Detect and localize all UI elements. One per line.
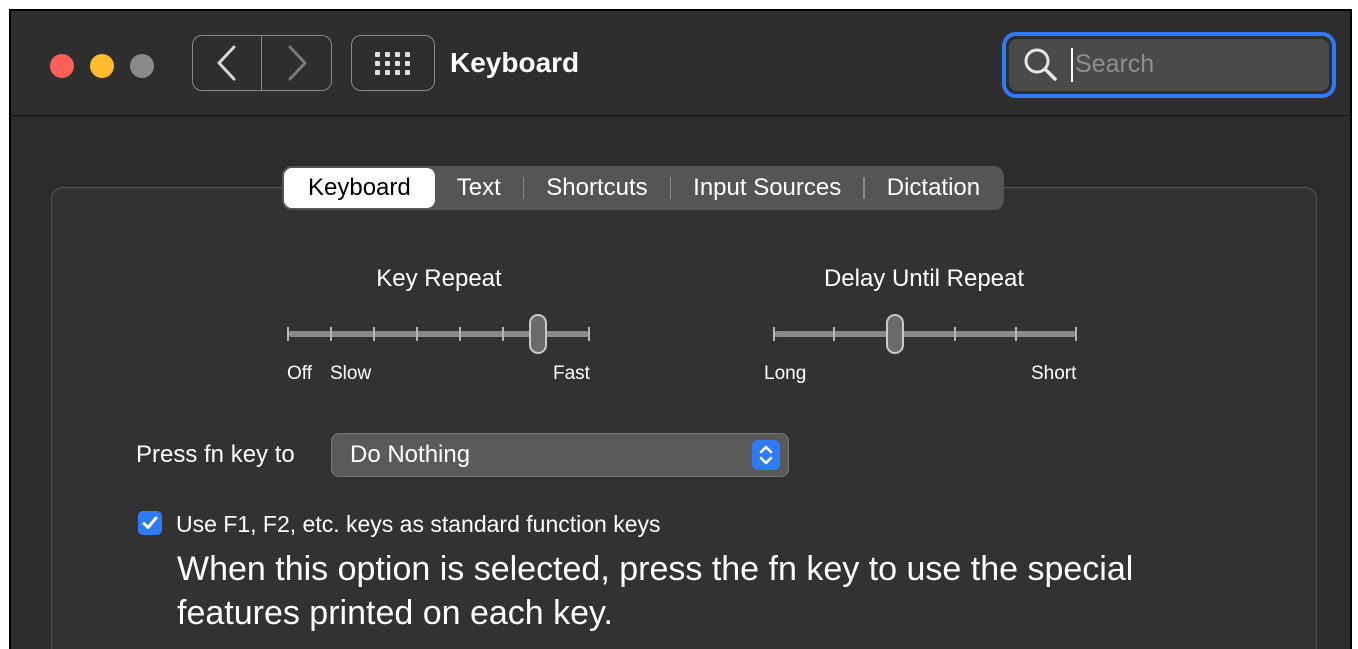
zoom-window-button[interactable] (130, 54, 154, 78)
key-repeat-tick (373, 327, 375, 341)
chevron-right-icon (288, 45, 306, 81)
key-repeat-label: Key Repeat (376, 265, 502, 292)
up-down-chevron-icon (752, 440, 780, 470)
delay-until-repeat-track (774, 331, 1076, 337)
delay-short-label: Short (1031, 363, 1077, 384)
search-field-inner (1009, 39, 1329, 91)
show-all-button[interactable] (351, 35, 435, 91)
key-repeat-thumb[interactable] (528, 314, 547, 354)
close-window-button[interactable] (50, 54, 74, 78)
fn-key-popup[interactable]: Do Nothing (331, 433, 789, 477)
forward-button[interactable] (262, 35, 332, 91)
delay-until-repeat-tick (1014, 327, 1017, 341)
key-repeat-tick (330, 327, 332, 341)
key-repeat-off-label: Off (287, 363, 312, 384)
key-repeat-tick (588, 327, 590, 341)
minimize-window-button[interactable] (90, 54, 114, 78)
key-repeat-tick (287, 327, 289, 341)
title-bar: Keyboard (11, 11, 1350, 116)
tab-bar: Keyboard Text Shortcuts Input Sources Di… (282, 166, 1005, 210)
key-repeat-slow-label: Slow (330, 363, 372, 384)
function-keys-checkbox[interactable] (138, 511, 162, 535)
search-icon (1024, 48, 1057, 81)
tab-text[interactable]: Text (435, 168, 523, 208)
fn-key-popup-value: Do Nothing (350, 441, 471, 468)
delay-until-repeat-tick (1075, 327, 1077, 341)
delay-until-repeat-label: Delay Until Repeat (823, 265, 1025, 292)
grid-icon (375, 52, 410, 75)
key-repeat-tick (416, 327, 418, 341)
tab-shortcuts[interactable]: Shortcuts (524, 168, 669, 208)
window-title: Keyboard (450, 47, 580, 78)
search-field[interactable] (1002, 32, 1336, 98)
checkmark-icon (142, 516, 158, 529)
function-keys-help-text: When this option is selected, press the … (177, 550, 1134, 632)
chevron-left-icon (217, 45, 236, 81)
delay-long-label: Long (764, 363, 807, 384)
delay-until-repeat-tick (833, 327, 836, 341)
key-repeat-tick (502, 327, 504, 341)
tab-dictation[interactable]: Dictation (865, 168, 1002, 208)
tab-keyboard[interactable]: Keyboard (284, 168, 435, 208)
key-repeat-fast-label: Fast (553, 363, 590, 384)
back-button[interactable] (192, 35, 262, 91)
delay-until-repeat-thumb[interactable] (885, 314, 904, 354)
text-caret (1071, 48, 1073, 82)
delay-until-repeat-tick (954, 327, 957, 341)
key-repeat-tick (459, 327, 461, 341)
tab-input-sources[interactable]: Input Sources (671, 168, 863, 208)
fn-key-label: Press fn key to (136, 441, 295, 468)
system-preferences-window: Keyboard Keyboard Text Shortcuts Input S… (9, 9, 1352, 649)
search-input[interactable] (1075, 39, 1315, 89)
function-keys-label[interactable]: Use F1, F2, etc. keys as standard functi… (176, 510, 661, 538)
delay-until-repeat-tick (773, 327, 775, 341)
